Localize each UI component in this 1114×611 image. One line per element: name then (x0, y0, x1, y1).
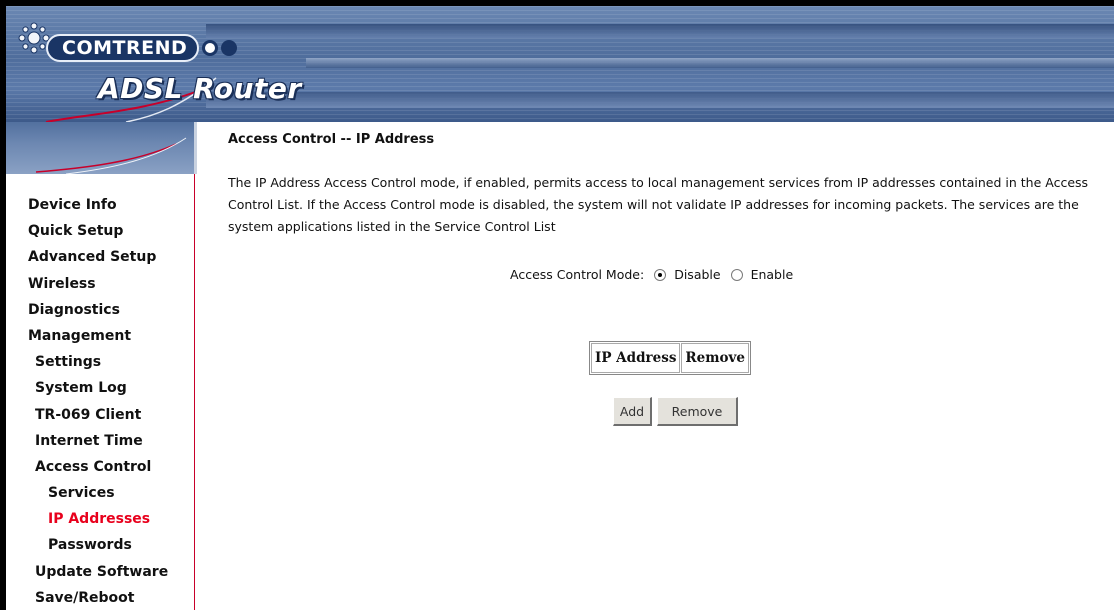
product-title: ADSL Router (98, 72, 302, 105)
header-banner: COMTREND ADSL Router (6, 6, 1114, 122)
page-description: The IP Address Access Control mode, if e… (228, 175, 1089, 234)
sidebar-item-device-info[interactable]: Device Info (6, 192, 194, 218)
access-control-mode-row: Access Control Mode: Disable Enable (510, 267, 793, 282)
main-content: Access Control -- IP Address The IP Addr… (228, 122, 1114, 610)
sidebar-item-quick-setup[interactable]: Quick Setup (6, 218, 194, 244)
nav-list: Device Info Quick Setup Advanced Setup Wire… (6, 192, 194, 611)
brand-name: COMTREND (46, 34, 200, 62)
sidebar-nav: Device Info Quick Setup Advanced Setup Wire… (6, 174, 195, 610)
sidebar-item-wireless[interactable]: Wireless (6, 271, 194, 297)
sidebar-header-graphic (6, 122, 197, 175)
sidebar-item-passwords[interactable]: Passwords (6, 532, 194, 558)
disable-radio-label: Disable (674, 267, 721, 282)
banner-stripe (306, 58, 1114, 68)
access-control-table: IP Address Remove (589, 341, 751, 375)
sidebar-item-diagnostics[interactable]: Diagnostics (6, 297, 194, 323)
sidebar-item-internet-time[interactable]: Internet Time (6, 428, 194, 454)
sidebar-item-update-software[interactable]: Update Software (6, 559, 194, 585)
logo-ring-icon (202, 40, 219, 56)
sidebar-item-services[interactable]: Services (6, 480, 194, 506)
sidebar-item-ip-addresses[interactable]: IP Addresses (6, 506, 194, 532)
mode-label: Access Control Mode: (510, 267, 645, 282)
remove-column-header: Remove (681, 343, 749, 373)
banner-stripe (206, 24, 1114, 38)
sidebar-item-advanced-setup[interactable]: Advanced Setup (6, 244, 194, 270)
table-header-row: IP Address Remove (591, 343, 749, 373)
sidebar-item-tr-069-client[interactable]: TR-069 Client (6, 402, 194, 428)
enable-radio[interactable] (730, 268, 743, 281)
sidebar-swoosh-graphic (35, 137, 187, 175)
enable-radio-label: Enable (750, 267, 794, 282)
ip-address-column-header: IP Address (591, 343, 681, 373)
page-title: Access Control -- IP Address (228, 132, 435, 147)
disable-radio[interactable] (654, 268, 667, 281)
sidebar-item-management[interactable]: Management (6, 323, 194, 349)
sidebar-item-system-log[interactable]: System Log (6, 375, 194, 401)
sidebar-item-save-reboot[interactable]: Save/Reboot (6, 585, 194, 611)
sidebar-item-access-control[interactable]: Access Control (6, 454, 194, 480)
logo-dot-icon (221, 40, 238, 56)
remove-button[interactable]: Remove (657, 397, 738, 426)
brand-logo: COMTREND (16, 22, 238, 62)
add-button[interactable]: Add (613, 397, 652, 426)
sidebar-item-settings[interactable]: Settings (6, 349, 194, 375)
banner-stripe (206, 92, 1114, 108)
